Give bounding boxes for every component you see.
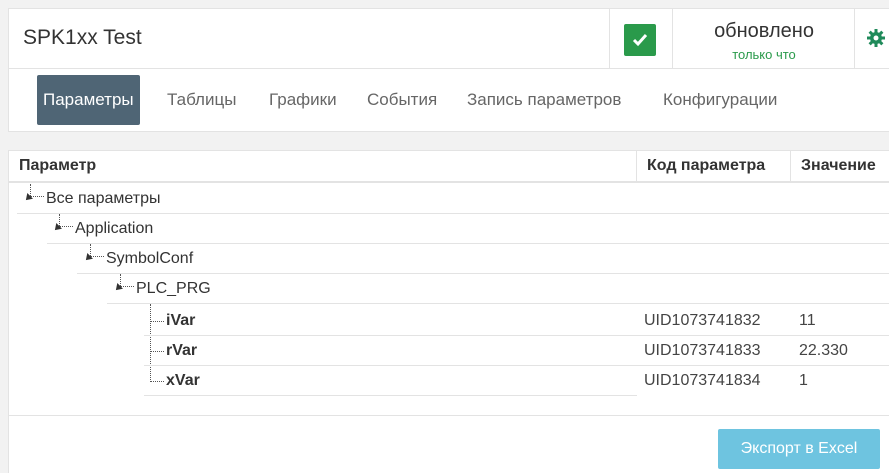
status-ok-icon bbox=[624, 24, 656, 56]
tree-row[interactable]: Application bbox=[9, 214, 889, 244]
parameter-value[interactable]: 1 bbox=[799, 366, 808, 396]
tree-row[interactable]: SymbolConf bbox=[9, 244, 889, 274]
tab-tables[interactable]: Таблицы bbox=[161, 75, 242, 125]
parameter-code: UID1073741834 bbox=[644, 372, 761, 389]
tree-node-label: Application bbox=[75, 220, 154, 237]
tab-bar: Параметры Таблицы Графики События Запись… bbox=[9, 69, 889, 133]
tab-configurations[interactable]: Конфигурации bbox=[657, 75, 783, 125]
column-header-code[interactable]: Код параметра bbox=[637, 151, 791, 181]
parameter-name: xVar bbox=[166, 372, 200, 389]
parameter-value[interactable]: 22.330 bbox=[799, 336, 848, 366]
parameter-row[interactable]: iVar UID1073741832 11 bbox=[9, 306, 889, 336]
device-header: SPK1xx Test обновлено только что Парамет… bbox=[8, 8, 889, 132]
column-header-parameter[interactable]: Параметр bbox=[9, 151, 637, 181]
updated-time: только что bbox=[732, 47, 796, 62]
tab-charts[interactable]: Графики bbox=[263, 75, 343, 125]
collapse-icon[interactable] bbox=[83, 253, 93, 263]
parameter-name: rVar bbox=[166, 342, 198, 359]
parameters-table: Параметр Код параметра Значение Все пара… bbox=[8, 150, 889, 473]
export-excel-button[interactable]: Экспорт в Excel bbox=[718, 429, 880, 469]
table-footer-divider bbox=[9, 415, 889, 416]
tree-node-label: PLC_PRG bbox=[136, 280, 211, 297]
tree-row[interactable]: Все параметры bbox=[9, 184, 889, 214]
parameter-code: UID1073741833 bbox=[644, 342, 761, 359]
gear-icon bbox=[867, 29, 885, 47]
tree-row[interactable]: PLC_PRG bbox=[9, 274, 889, 304]
tab-parameter-logging[interactable]: Запись параметров bbox=[461, 75, 627, 125]
parameter-row[interactable]: rVar UID1073741833 22.330 bbox=[9, 336, 889, 366]
table-header: Параметр Код параметра Значение bbox=[9, 151, 889, 183]
parameter-name: iVar bbox=[166, 312, 196, 329]
update-status: обновлено только что bbox=[672, 9, 854, 68]
tab-events[interactable]: События bbox=[361, 75, 443, 125]
status-cell bbox=[609, 9, 672, 68]
collapse-icon[interactable] bbox=[52, 223, 62, 233]
collapse-icon[interactable] bbox=[113, 283, 123, 293]
column-header-value[interactable]: Значение bbox=[791, 151, 889, 181]
title-row: SPK1xx Test обновлено только что bbox=[9, 9, 889, 69]
updated-label: обновлено bbox=[714, 20, 814, 42]
parameter-row[interactable]: xVar UID1073741834 1 bbox=[9, 366, 889, 396]
parameter-value[interactable]: 11 bbox=[799, 306, 816, 336]
settings-button[interactable] bbox=[854, 9, 889, 68]
device-title: SPK1xx Test bbox=[23, 26, 142, 49]
tree-node-label: Все параметры bbox=[46, 190, 161, 207]
collapse-icon[interactable] bbox=[23, 193, 33, 203]
tree-node-label: SymbolConf bbox=[106, 250, 194, 267]
tab-parameters[interactable]: Параметры bbox=[37, 75, 140, 125]
parameter-code: UID1073741832 bbox=[644, 312, 761, 329]
